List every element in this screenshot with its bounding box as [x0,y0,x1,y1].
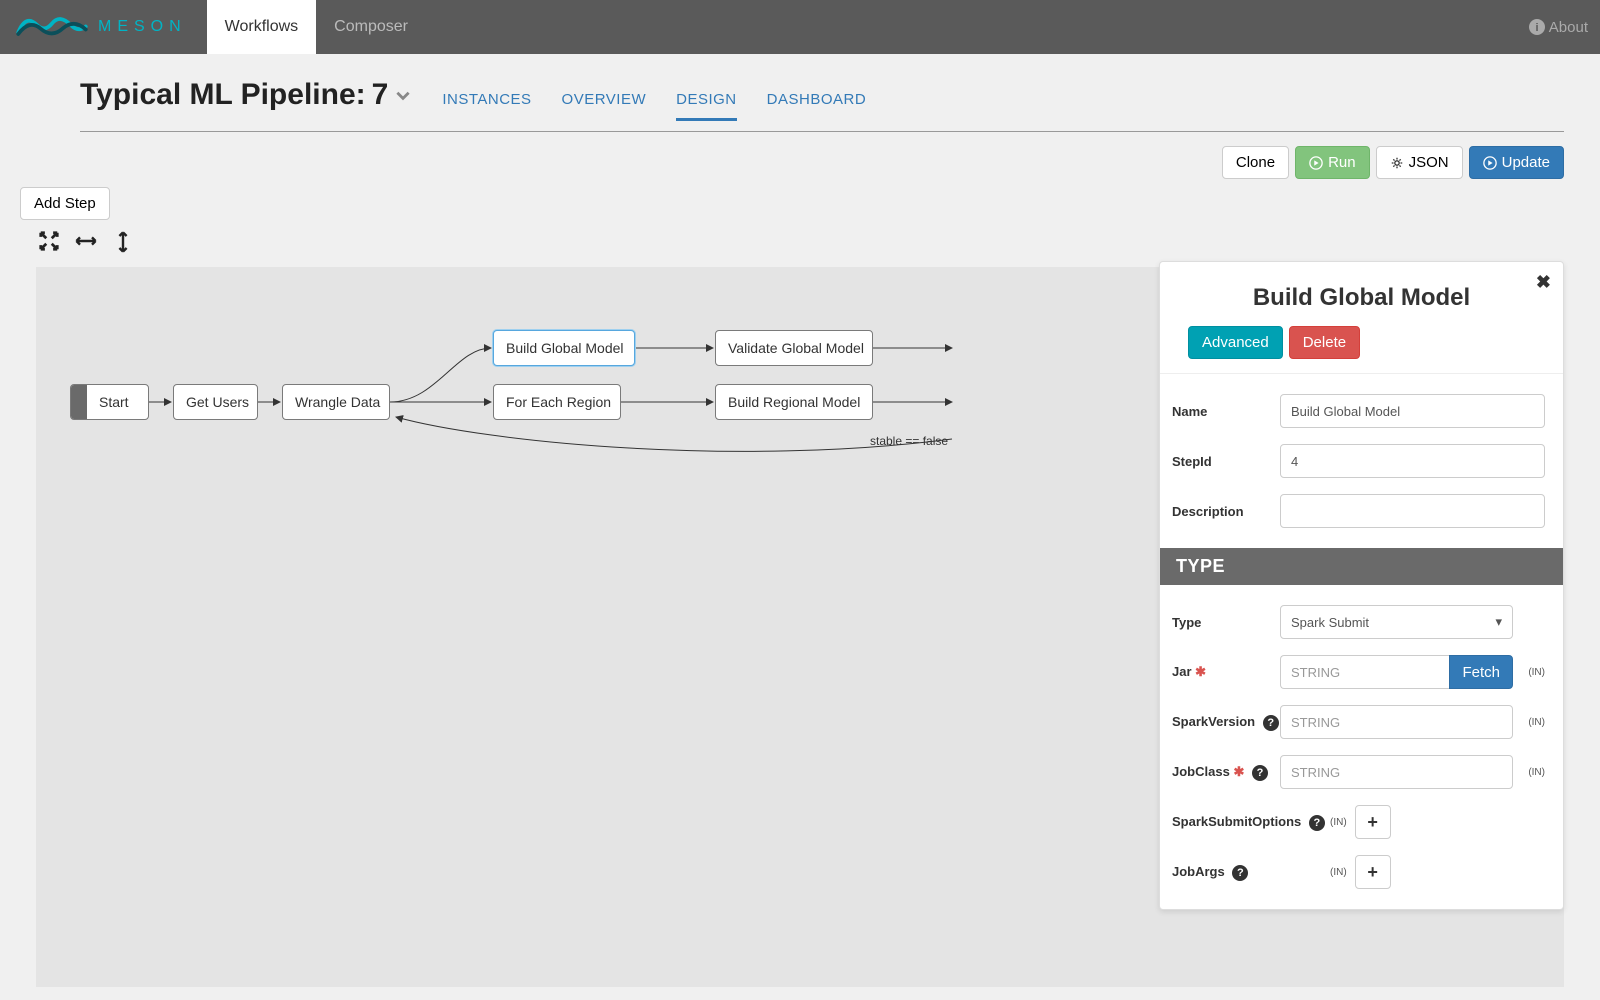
sub-tabs: INSTANCES OVERVIEW DESIGN DASHBOARD [442,81,866,121]
add-jobarg-button[interactable]: + [1355,855,1391,889]
help-icon[interactable]: ? [1252,765,1268,781]
label-sparksubmitoptions: SparkSubmitOptions ? [1170,814,1330,831]
label-name: Name [1170,404,1280,419]
horizontal-arrows-icon[interactable] [74,230,98,259]
nav-tab-composer[interactable]: Composer [316,0,426,54]
type-select[interactable]: Spark Submit ▾ [1280,605,1513,639]
fetch-button[interactable]: Fetch [1449,655,1513,689]
label-jobargs: JobArgs ? [1170,864,1330,881]
step-details-panel: ✖ Build Global Model Advanced Delete Nam… [1159,261,1564,910]
node-build-regional-model[interactable]: Build Regional Model [715,384,873,420]
label-jobclass: JobClass ✱ ? [1170,764,1280,781]
advanced-button[interactable]: Advanced [1188,326,1283,359]
label-stepid: StepId [1170,454,1280,469]
hint-in: (IN) [1330,867,1347,878]
section-type-header: TYPE [1160,548,1563,585]
brand-text: meson [98,18,187,36]
subtab-instances[interactable]: INSTANCES [442,81,531,121]
label-description: Description [1170,504,1280,519]
workflow-canvas[interactable]: Start Get Users Wrangle Data Build Globa… [36,267,1564,987]
hint-in: (IN) [1513,717,1545,728]
play-circle-icon [1309,156,1323,170]
play-circle-icon [1483,156,1497,170]
jobclass-field[interactable] [1280,755,1513,789]
nav-tabs: Workflows Composer [207,0,426,54]
node-for-each-region[interactable]: For Each Region [493,384,621,420]
expand-icon[interactable] [38,230,60,259]
top-nav-bar: meson Workflows Composer i About [0,0,1600,54]
subtab-dashboard[interactable]: DASHBOARD [767,81,867,121]
name-field[interactable] [1280,394,1545,428]
add-step-row: Add Step [0,179,1600,226]
subtab-overview[interactable]: OVERVIEW [562,81,647,121]
label-jar: Jar ✱ [1170,664,1280,680]
help-icon[interactable]: ? [1263,715,1279,731]
node-start[interactable]: Start [70,384,149,420]
gear-icon [1390,156,1404,170]
close-icon[interactable]: ✖ [1536,272,1551,293]
actions-row: Clone Run JSON Update [0,132,1600,179]
run-button[interactable]: Run [1295,146,1370,179]
version-dropdown-icon[interactable] [394,78,412,112]
node-build-global-model[interactable]: Build Global Model [493,330,635,366]
hint-in: (IN) [1513,767,1545,778]
graph-toolbar [0,226,1600,263]
label-sparkversion: SparkVersion ? [1170,714,1280,731]
node-validate-global-model[interactable]: Validate Global Model [715,330,873,366]
nav-tab-workflows[interactable]: Workflows [207,0,317,54]
node-wrangle-data[interactable]: Wrangle Data [282,384,390,420]
canvas-wrap: Start Get Users Wrangle Data Build Globa… [36,267,1564,987]
brand-logo[interactable]: meson [12,10,187,45]
page-title: Typical ML Pipeline: 7 [80,78,412,112]
label-type: Type [1170,615,1280,630]
subtab-design[interactable]: DESIGN [676,81,737,121]
info-icon: i [1529,19,1545,35]
help-icon[interactable]: ? [1232,865,1248,881]
clone-button[interactable]: Clone [1222,146,1289,179]
vertical-arrows-icon[interactable] [112,230,134,259]
caret-down-icon: ▾ [1495,614,1502,630]
json-button[interactable]: JSON [1376,146,1463,179]
edge-label-stable-false: stable == false [870,434,948,448]
description-field[interactable] [1280,494,1545,528]
help-icon[interactable]: ? [1309,815,1325,831]
delete-button[interactable]: Delete [1289,326,1360,359]
about-link[interactable]: i About [1529,19,1588,36]
node-get-users[interactable]: Get Users [173,384,258,420]
stepid-field[interactable] [1280,444,1545,478]
panel-title: Build Global Model [1160,262,1563,326]
update-button[interactable]: Update [1469,146,1564,179]
svg-text:i: i [1535,22,1538,34]
sparkversion-field[interactable] [1280,705,1513,739]
jar-field[interactable] [1280,655,1449,689]
add-sparksubmitoption-button[interactable]: + [1355,805,1391,839]
hint-in: (IN) [1513,667,1545,678]
add-step-button[interactable]: Add Step [20,187,110,220]
logo-icon [12,10,92,45]
hint-in: (IN) [1330,817,1347,828]
page-header: Typical ML Pipeline: 7 INSTANCES OVERVIE… [0,54,1600,132]
